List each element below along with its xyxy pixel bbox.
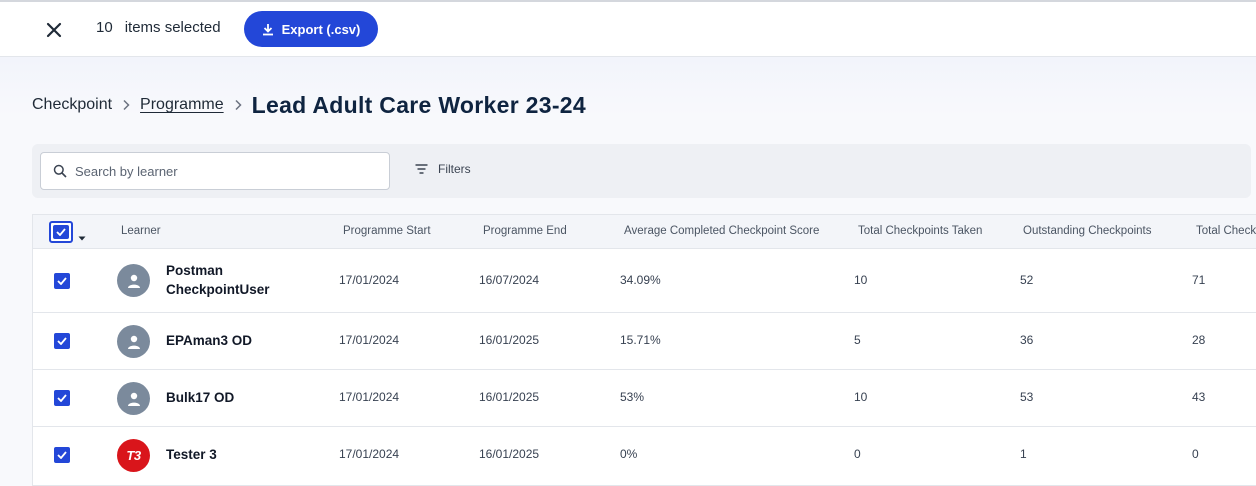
- programme-start: 17/01/2024: [339, 333, 400, 347]
- download-icon: [262, 23, 273, 35]
- average-score: 34.09%: [620, 273, 661, 287]
- avatar: [117, 382, 150, 415]
- chevron-right-icon: [234, 99, 242, 111]
- programme-start: 17/01/2024: [339, 273, 400, 287]
- selected-label: items selected: [124, 19, 221, 36]
- table-row[interactable]: EPAman3 OD 17/01/2024 16/01/2025 15.71% …: [33, 313, 1256, 370]
- check-icon: [57, 337, 67, 345]
- learners-table: Learner Programme Start Programme End Av…: [32, 214, 1256, 486]
- programme-start: 17/01/2024: [339, 390, 400, 404]
- search-field[interactable]: [40, 152, 390, 190]
- row-checkbox[interactable]: [54, 390, 70, 406]
- breadcrumb-programme[interactable]: Programme: [140, 96, 224, 114]
- table-row[interactable]: Postman CheckpointUser 17/01/2024 16/07/…: [33, 249, 1256, 313]
- selection-toolbar: 10 items selected Export (.csv): [0, 0, 1256, 57]
- learner-name[interactable]: EPAman3 OD: [166, 331, 252, 350]
- avatar-logo: T3: [117, 439, 150, 472]
- total-checkpoints: 28: [1192, 333, 1206, 347]
- caret-down-icon[interactable]: [78, 228, 86, 246]
- average-score: 0%: [620, 447, 638, 461]
- column-header-programme-start[interactable]: Programme Start: [343, 225, 431, 237]
- row-checkbox[interactable]: [54, 333, 70, 349]
- search-icon: [53, 164, 67, 178]
- programme-start: 17/01/2024: [339, 447, 400, 461]
- programme-end: 16/07/2024: [479, 273, 540, 287]
- filters-label: Filters: [438, 162, 471, 176]
- check-icon: [57, 394, 67, 402]
- filter-bar: Filters: [32, 144, 1251, 198]
- average-score: 53%: [620, 390, 645, 404]
- check-icon: [57, 451, 67, 459]
- check-icon: [56, 228, 66, 236]
- breadcrumb: Checkpoint Programme Lead Adult Care Wor…: [32, 88, 586, 122]
- table-row[interactable]: Bulk17 OD 17/01/2024 16/01/2025 53% 10 5…: [33, 370, 1256, 427]
- table-row[interactable]: T3 Tester 3 17/01/2024 16/01/2025 0% 0 1…: [33, 427, 1256, 486]
- export-csv-button[interactable]: Export (.csv): [244, 11, 378, 47]
- total-checkpoints: 0: [1192, 447, 1199, 461]
- total-taken: 5: [854, 333, 861, 347]
- search-input[interactable]: [75, 163, 375, 179]
- programme-end: 16/01/2025: [479, 390, 540, 404]
- avatar: [117, 264, 150, 297]
- column-header-total-checkpoints[interactable]: Total Checkpoints: [1196, 225, 1256, 237]
- total-taken: 10: [854, 390, 868, 404]
- row-checkbox[interactable]: [54, 447, 70, 463]
- close-icon[interactable]: [40, 16, 68, 44]
- column-header-total-taken[interactable]: Total Checkpoints Taken: [858, 225, 982, 237]
- learner-name-line2: CheckpointUser: [166, 282, 270, 297]
- total-checkpoints: 43: [1192, 390, 1206, 404]
- column-header-average-score[interactable]: Average Completed Checkpoint Score: [624, 225, 819, 237]
- column-header-programme-end[interactable]: Programme End: [483, 225, 567, 237]
- filters-button[interactable]: Filters: [415, 162, 471, 176]
- total-checkpoints: 71: [1192, 273, 1206, 287]
- average-score: 15.71%: [620, 333, 661, 347]
- total-taken: 0: [854, 447, 861, 461]
- page-title: Lead Adult Care Worker 23-24: [251, 91, 586, 118]
- learner-name[interactable]: Bulk17 OD: [166, 388, 234, 407]
- selected-count: 10: [96, 19, 113, 36]
- outstanding: 1: [1020, 447, 1027, 461]
- user-icon: [127, 335, 140, 349]
- learner-name[interactable]: Postman CheckpointUser: [166, 261, 270, 299]
- column-header-learner[interactable]: Learner: [121, 225, 161, 237]
- learner-name[interactable]: Tester 3: [166, 445, 217, 464]
- export-label: Export (.csv): [281, 21, 361, 37]
- table-header: Learner Programme Start Programme End Av…: [33, 214, 1256, 249]
- outstanding: 52: [1020, 273, 1034, 287]
- user-icon: [127, 274, 140, 288]
- breadcrumb-checkpoint[interactable]: Checkpoint: [32, 96, 112, 114]
- learner-name-line1: Postman: [166, 263, 224, 278]
- user-icon: [127, 392, 140, 406]
- selection-count: 10 items selected: [96, 19, 221, 36]
- programme-end: 16/01/2025: [479, 333, 540, 347]
- avatar-logo-text: T3: [126, 448, 141, 463]
- programme-end: 16/01/2025: [479, 447, 540, 461]
- row-checkbox[interactable]: [54, 273, 70, 289]
- avatar: [117, 325, 150, 358]
- column-header-outstanding[interactable]: Outstanding Checkpoints: [1023, 225, 1152, 237]
- select-all-checkbox[interactable]: [49, 221, 73, 243]
- outstanding: 53: [1020, 390, 1034, 404]
- total-taken: 10: [854, 273, 868, 287]
- filter-icon: [415, 164, 428, 174]
- chevron-right-icon: [122, 99, 130, 111]
- outstanding: 36: [1020, 333, 1034, 347]
- check-icon: [57, 277, 67, 285]
